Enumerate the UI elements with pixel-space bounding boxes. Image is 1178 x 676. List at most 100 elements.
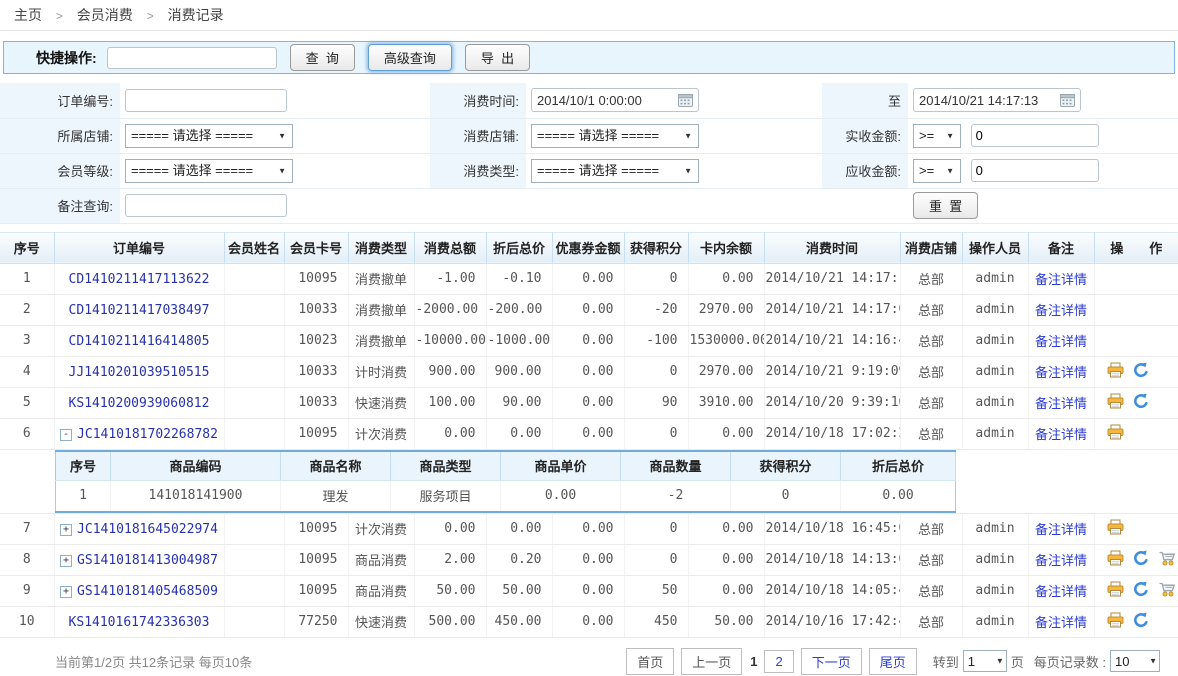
order-no-link[interactable]: JC1410181702268782 (77, 427, 218, 442)
note-detail-link[interactable]: 备注详情 (1035, 303, 1087, 318)
goto-page-select[interactable]: 1 (963, 650, 1007, 672)
subtable-cell-3: 服务项目 (391, 481, 501, 512)
received-amount-operator-select[interactable]: >= (913, 124, 961, 148)
refresh-icon[interactable] (1133, 612, 1149, 631)
note-search-input[interactable] (125, 194, 287, 217)
member-level-select[interactable]: ===== 请选择 ===== (125, 159, 293, 183)
coupon-amount-cell: 0.00 (552, 606, 624, 637)
subtable-cell-5: -2 (621, 481, 731, 512)
subtable-cell-6: 0 (731, 481, 841, 512)
refresh-icon[interactable] (1133, 581, 1149, 600)
printer-icon[interactable] (1107, 362, 1124, 381)
row-seq: 6 (0, 418, 54, 449)
discounted-price-cell: -0.10 (486, 263, 552, 294)
per-page-select[interactable]: 10 (1110, 650, 1160, 672)
actions-cell (1094, 387, 1178, 418)
breadcrumb-member-consume[interactable]: 会员消费 (77, 7, 133, 23)
consume-type-cell: 计时消费 (348, 356, 414, 387)
member-name-cell (224, 575, 284, 606)
printer-icon[interactable] (1107, 393, 1124, 412)
calendar-icon[interactable] (1060, 94, 1075, 107)
note-detail-link[interactable]: 备注详情 (1035, 334, 1087, 349)
note-detail-link[interactable]: 备注详情 (1035, 272, 1087, 287)
consume-time-to-field[interactable]: 2014/10/21 14:17:13 (913, 88, 1081, 112)
order-no-link[interactable]: GS1410181405468509 (77, 584, 218, 599)
coupon-amount-cell: 0.00 (552, 263, 624, 294)
consume-time-from-field[interactable]: 2014/10/1 0:00:00 (531, 88, 699, 112)
receivable-amount-operator-select[interactable]: >= (913, 159, 961, 183)
subtable-column-header-0: 序号 (56, 451, 111, 481)
prev-page-button[interactable]: 上一页 (681, 648, 742, 675)
first-page-button[interactable]: 首页 (626, 648, 674, 675)
receivable-amount-input[interactable] (971, 159, 1099, 182)
order-no-link[interactable]: JC1410181645022974 (77, 522, 218, 537)
export-button[interactable]: 导 出 (465, 44, 530, 71)
note-detail-link[interactable]: 备注详情 (1035, 396, 1087, 411)
cart-icon[interactable] (1158, 581, 1176, 600)
consume-type-cell: 消费撤单 (348, 263, 414, 294)
subtable-column-header-5: 商品数量 (621, 451, 731, 481)
expand-row-icon[interactable]: + (60, 524, 72, 536)
note-detail-link[interactable]: 备注详情 (1035, 553, 1087, 568)
table-row: 10KS141016174233630377250快速消费500.00450.0… (0, 606, 1178, 637)
subtable-column-header-7: 折后总价 (841, 451, 956, 481)
own-shop-select[interactable]: ===== 请选择 ===== (125, 124, 293, 148)
last-page-button[interactable]: 尾页 (869, 648, 917, 675)
column-header-4: 消费类型 (348, 232, 414, 263)
collapse-row-icon[interactable]: - (60, 429, 72, 441)
note-detail-link[interactable]: 备注详情 (1035, 615, 1087, 630)
card-balance-cell: 0.00 (688, 544, 764, 575)
breadcrumb-separator: > (147, 9, 154, 23)
member-name-cell (224, 387, 284, 418)
search-button[interactable]: 查 询 (290, 44, 355, 71)
consume-type-select[interactable]: ===== 请选择 ===== (531, 159, 699, 183)
printer-icon[interactable] (1107, 424, 1124, 443)
order-no-link[interactable]: CD1410211417113622 (69, 272, 210, 287)
consume-time-cell: 2014/10/16 17:42:48 (764, 606, 900, 637)
note-cell: 备注详情 (1028, 575, 1094, 606)
table-row: 9+GS141018140546850910095商品消费50.0050.000… (0, 575, 1178, 606)
refresh-icon[interactable] (1133, 362, 1149, 381)
note-detail-link[interactable]: 备注详情 (1035, 427, 1087, 442)
note-detail-link[interactable]: 备注详情 (1035, 365, 1087, 380)
refresh-icon[interactable] (1133, 393, 1149, 412)
reset-button[interactable]: 重 置 (913, 192, 978, 219)
page-2-button[interactable]: 2 (764, 650, 793, 673)
consume-type-cell: 计次消费 (348, 418, 414, 449)
note-detail-link[interactable]: 备注详情 (1035, 522, 1087, 537)
total-amount-cell: 900.00 (414, 356, 486, 387)
column-header-1: 订单编号 (54, 232, 224, 263)
order-no-link[interactable]: GS1410181413004987 (77, 553, 218, 568)
consume-shop-select[interactable]: ===== 请选择 ===== (531, 124, 699, 148)
next-page-button[interactable]: 下一页 (801, 648, 862, 675)
consume-time-cell: 2014/10/21 14:16:41 (764, 325, 900, 356)
order-no-link[interactable]: CD1410211416414805 (69, 334, 210, 349)
printer-icon[interactable] (1107, 550, 1124, 569)
printer-icon[interactable] (1107, 581, 1124, 600)
quick-search-input[interactable] (107, 47, 277, 69)
breadcrumb-home[interactable]: 主页 (14, 7, 42, 23)
order-no-link[interactable]: KS1410200939060812 (69, 396, 210, 411)
note-detail-link[interactable]: 备注详情 (1035, 584, 1087, 599)
page-unit-label: 页 (1011, 652, 1024, 671)
cart-icon[interactable] (1158, 550, 1176, 569)
card-no-cell: 10095 (284, 263, 348, 294)
advanced-search-button[interactable]: 高级查询 (368, 44, 452, 71)
order-no-link[interactable]: KS1410161742336303 (69, 615, 210, 630)
printer-icon[interactable] (1107, 519, 1124, 538)
column-header-9: 卡内余额 (688, 232, 764, 263)
received-amount-input[interactable] (971, 124, 1099, 147)
expand-row-icon[interactable]: + (60, 586, 72, 598)
refresh-icon[interactable] (1133, 550, 1149, 569)
consume-shop-cell: 总部 (900, 356, 962, 387)
coupon-amount-cell: 0.00 (552, 387, 624, 418)
order-no-link[interactable]: CD1410211417038497 (69, 303, 210, 318)
printer-icon[interactable] (1107, 612, 1124, 631)
note-cell: 备注详情 (1028, 356, 1094, 387)
expand-row-icon[interactable]: + (60, 555, 72, 567)
operator-cell: admin (962, 606, 1028, 637)
order-no-input[interactable] (125, 89, 287, 112)
calendar-icon[interactable] (678, 94, 693, 107)
note-cell: 备注详情 (1028, 387, 1094, 418)
order-no-link[interactable]: JJ1410201039510515 (69, 365, 210, 380)
